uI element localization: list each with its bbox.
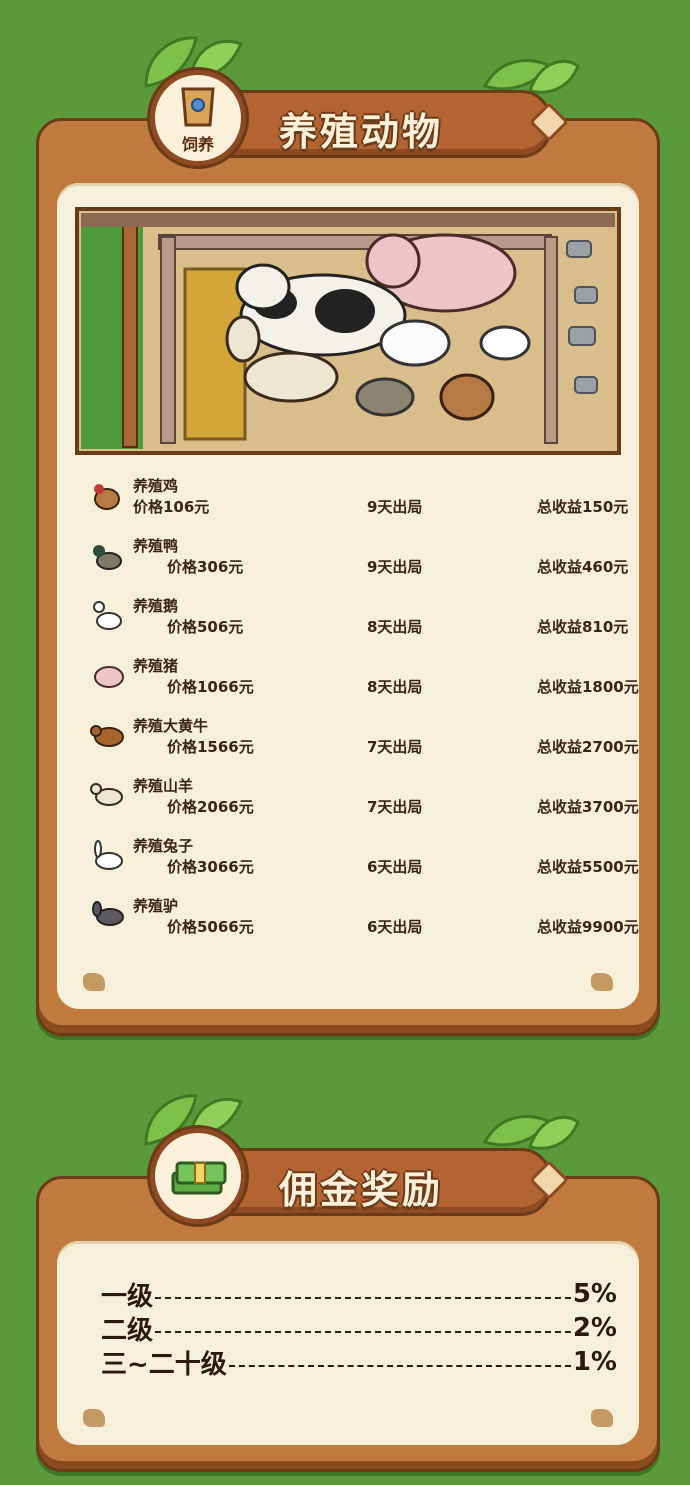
animal-total-income: 总收益2700元 [537,738,639,756]
animal-total-income: 总收益150元 [537,498,629,516]
breeding-animals-panel: 养殖鸡 价格106元 9天出局 总收益150元 养殖鸭 价格306元 9天出局 … [57,183,639,1009]
money-stack-icon [171,1161,227,1195]
animal-days: 8天出局 [367,678,423,696]
list-item: 养殖兔子 价格3066元 6天出局 总收益5500元 [57,835,639,893]
animal-price: 价格1566元 [167,738,254,756]
commission-row: 三~二十级 1% [101,1345,617,1380]
breeding-animals-card: 养殖鸡 价格106元 9天出局 总收益150元 养殖鸭 价格306元 9天出局 … [36,118,660,1036]
goose-icon [93,601,122,630]
feed-badge: 饲养 [150,70,246,166]
animal-total-income: 总收益460元 [537,558,629,576]
animal-price: 价格3066元 [167,858,254,876]
paw-decoration-icon [83,973,105,991]
list-item: 养殖鸡 价格106元 9天出局 总收益150元 [57,475,639,533]
paw-decoration-icon [591,973,613,991]
commission-percent: 1% [572,1347,617,1377]
farm-illustration [75,207,621,455]
leader-dashes [155,1331,571,1333]
donkey-icon [92,901,124,926]
animal-name: 养殖驴 [133,897,179,915]
list-item: 养殖驴 价格5066元 6天出局 总收益9900元 [57,895,639,953]
commission-level: 一级 [101,1281,154,1312]
animal-name: 养殖大黄牛 [133,717,209,735]
animal-total-income: 总收益9900元 [537,918,639,936]
animal-name: 养殖鸡 [133,477,179,495]
commission-percent: 2% [572,1313,617,1343]
animal-price: 价格506元 [167,618,244,636]
section-title-banner: 养殖动物 [200,90,552,158]
animal-price: 价格5066元 [167,918,254,936]
animal-days: 9天出局 [367,498,423,516]
duck-icon [93,545,122,570]
animal-name: 养殖鹅 [133,597,179,615]
leader-dashes [155,1297,571,1299]
leader-dashes [228,1365,571,1367]
list-item: 养殖鸭 价格306元 9天出局 总收益460元 [57,535,639,593]
list-item: 养殖大黄牛 价格1566元 7天出局 总收益2700元 [57,715,639,773]
animal-days: 7天出局 [367,798,423,816]
list-item: 养殖鹅 价格506元 8天出局 总收益810元 [57,595,639,653]
animal-name: 养殖兔子 [133,837,194,855]
paw-decoration-icon [83,1409,105,1427]
animal-total-income: 总收益1800元 [537,678,639,696]
animal-price: 价格2066元 [167,798,254,816]
animal-total-income: 总收益810元 [537,618,629,636]
section-title: 佣金奖励 [279,1168,444,1212]
feed-badge-label: 饲养 [181,135,214,154]
animal-price: 价格106元 [133,498,210,516]
animal-days: 6天出局 [367,858,423,876]
commission-panel: 一级 5% 二级 2% 三~二十级 1% [57,1241,639,1445]
animal-price: 价格306元 [167,558,244,576]
commission-row: 一级 5% [101,1277,617,1312]
commission-card: 一级 5% 二级 2% 三~二十级 1% [36,1176,660,1472]
animal-days: 6天出局 [367,918,423,936]
animal-name: 养殖山羊 [133,777,194,795]
pig-icon [94,666,124,688]
commission-percent: 5% [572,1279,617,1309]
commission-level: 二级 [101,1315,154,1346]
rabbit-icon [94,840,123,870]
goat-icon [90,783,123,806]
section-title: 养殖动物 [279,110,444,154]
commission-row: 二级 2% [101,1311,617,1346]
animal-total-income: 总收益5500元 [537,858,639,876]
commission-level: 三~二十级 [101,1349,227,1380]
rooster-icon [94,484,120,510]
animal-name: 养殖猪 [133,657,179,675]
list-item: 养殖猪 价格1066元 8天出局 总收益1800元 [57,655,639,713]
ox-icon [90,725,124,747]
paw-decoration-icon [591,1409,613,1427]
animal-days: 9天出局 [367,558,423,576]
feed-bag-icon [181,87,215,127]
animal-name: 养殖鸭 [133,537,179,555]
animal-days: 7天出局 [367,738,423,756]
animal-price: 价格1066元 [167,678,254,696]
list-item: 养殖山羊 价格2066元 7天出局 总收益3700元 [57,775,639,833]
animal-days: 8天出局 [367,618,423,636]
animal-total-income: 总收益3700元 [537,798,639,816]
money-badge [150,1128,246,1224]
section-title-banner: 佣金奖励 [200,1148,552,1216]
